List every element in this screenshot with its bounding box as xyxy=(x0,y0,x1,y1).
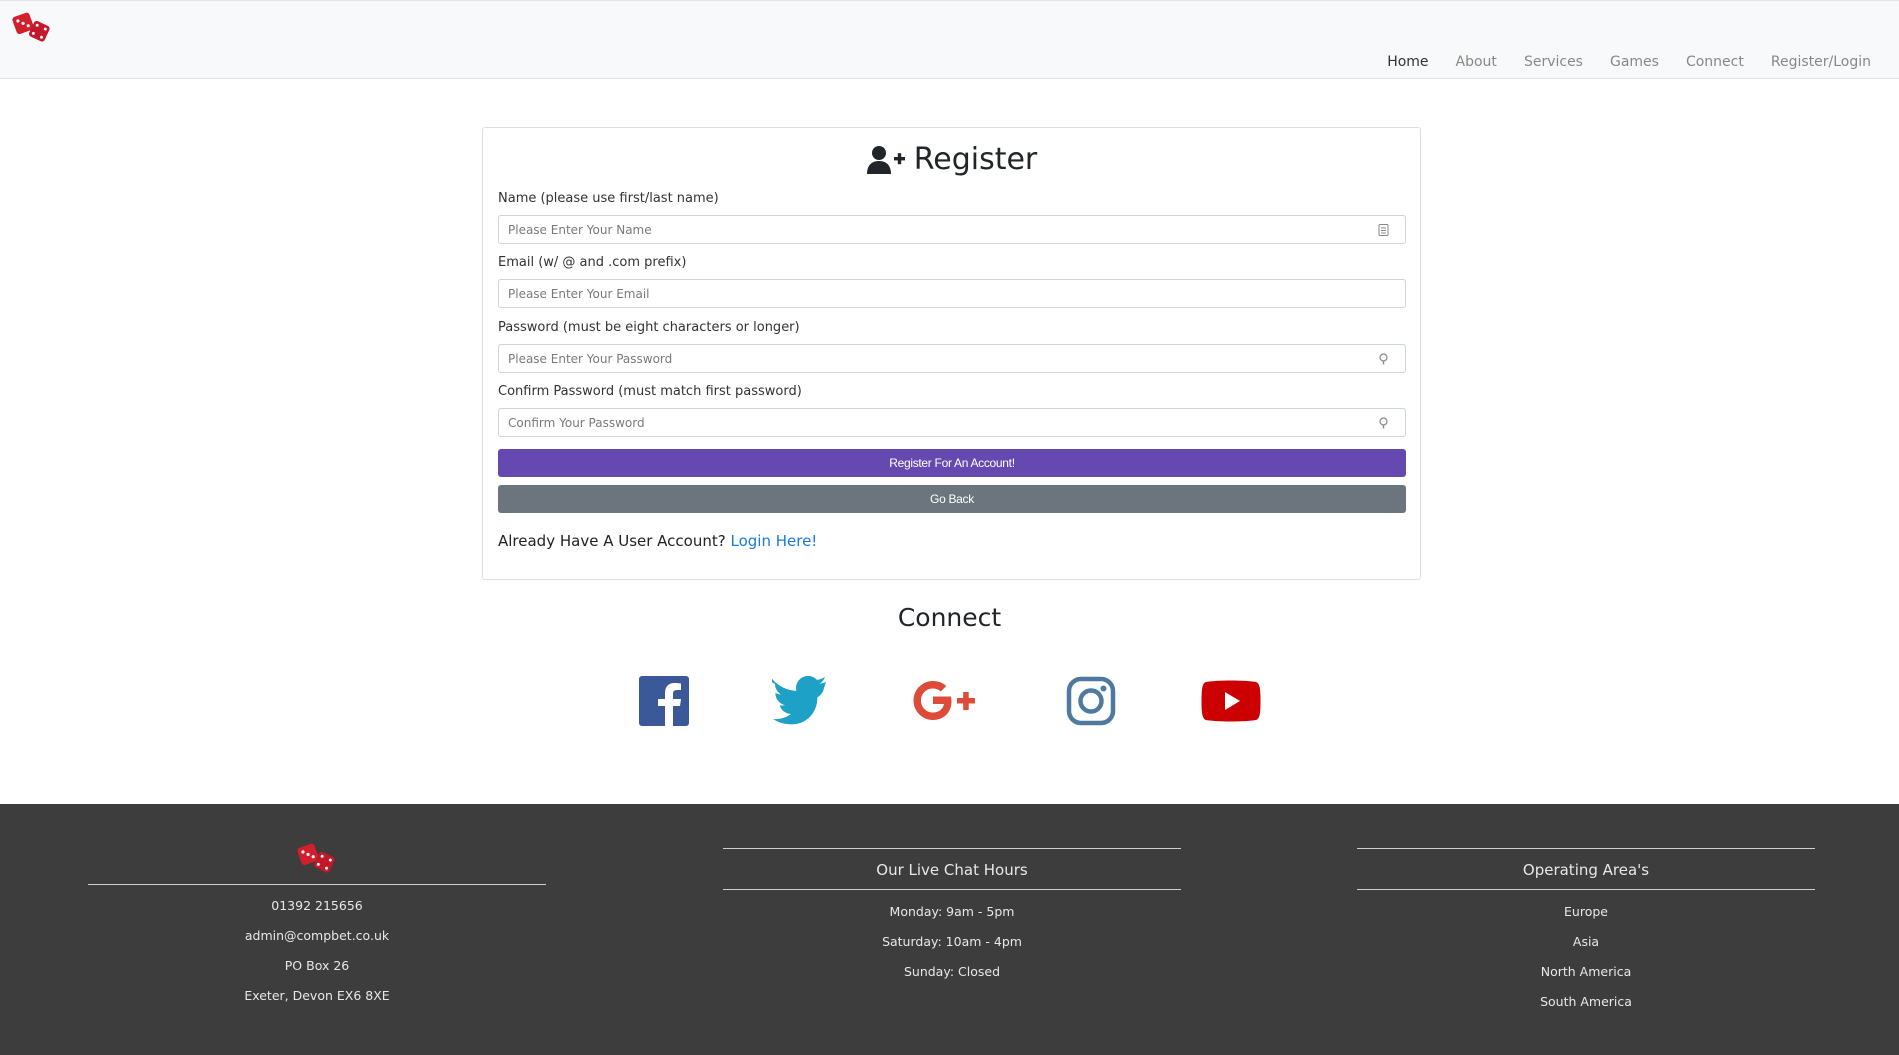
email-field[interactable] xyxy=(498,279,1406,308)
areas-heading: Operating Area's xyxy=(1522,861,1650,879)
area-line: Asia xyxy=(1572,934,1600,949)
footer-contact: 01392 215656 admin@compbet.co.uk PO Box … xyxy=(88,804,546,1011)
connect-title: Connect xyxy=(897,603,1002,632)
confirm-password-label: Confirm Password (must match first passw… xyxy=(498,384,802,399)
area-line: South America xyxy=(1540,994,1632,1009)
email-label: Email (w/ @ and .com prefix) xyxy=(498,255,687,270)
area-line: North America xyxy=(1540,964,1632,979)
dice-icon xyxy=(297,843,335,873)
login-link[interactable]: Login Here! xyxy=(731,532,818,550)
chat-hours-line: Monday: 9am - 5pm xyxy=(889,904,1015,919)
nav-games[interactable]: Games xyxy=(1610,54,1659,70)
name-input[interactable] xyxy=(508,222,1368,237)
confirm-password-field[interactable] xyxy=(498,408,1406,437)
chat-hours-line: Sunday: Closed xyxy=(903,964,1001,979)
password-field[interactable] xyxy=(498,344,1406,373)
nav-links: Home About Services Games Connect Regist… xyxy=(1360,54,1871,70)
dice-icon[interactable] xyxy=(12,11,52,43)
facebook-icon[interactable] xyxy=(639,676,689,726)
nav-about[interactable]: About xyxy=(1456,54,1497,70)
google-plus-icon[interactable] xyxy=(912,676,982,726)
name-label: Name (please use first/last name) xyxy=(498,191,719,206)
password-input[interactable] xyxy=(508,351,1368,366)
youtube-icon[interactable] xyxy=(1201,676,1261,726)
chat-hours-line: Saturday: 10am - 4pm xyxy=(882,934,1022,949)
nav-home[interactable]: Home xyxy=(1387,54,1428,70)
register-button[interactable]: Register For An Account! xyxy=(498,449,1406,477)
area-line: Europe xyxy=(1564,904,1608,919)
login-prompt-text: Already Have A User Account? xyxy=(498,532,726,550)
footer-divider xyxy=(723,848,1181,849)
nav-services[interactable]: Services xyxy=(1524,54,1583,70)
footer-chat-hours: Our Live Chat Hours Monday: 9am - 5pm Sa… xyxy=(723,848,1181,987)
register-heading: Register xyxy=(483,142,1420,177)
password-label: Password (must be eight characters or lo… xyxy=(498,320,800,335)
email-input[interactable] xyxy=(508,286,1368,301)
twitter-icon[interactable] xyxy=(772,676,828,726)
name-field[interactable] xyxy=(498,215,1406,244)
confirm-password-input[interactable] xyxy=(508,415,1368,430)
register-card: Register Name (please use first/last nam… xyxy=(482,127,1421,580)
contact-card-icon xyxy=(1378,224,1389,236)
user-plus-icon xyxy=(866,145,905,174)
navbar: Home About Services Games Connect Regist… xyxy=(0,0,1899,79)
chat-hours-heading: Our Live Chat Hours xyxy=(876,861,1028,879)
nav-register-login[interactable]: Register/Login xyxy=(1771,54,1871,70)
footer-po-box: PO Box 26 xyxy=(284,958,350,973)
footer: 01392 215656 admin@compbet.co.uk PO Box … xyxy=(0,804,1899,1055)
login-prompt: Already Have A User Account? Login Here! xyxy=(498,532,817,550)
footer-operating-areas: Operating Area's Europe Asia North Ameri… xyxy=(1357,848,1815,1017)
key-icon xyxy=(1379,353,1388,365)
footer-city: Exeter, Devon EX6 8XE xyxy=(244,988,390,1003)
nav-connect[interactable]: Connect xyxy=(1686,54,1744,70)
footer-phone: 01392 215656 xyxy=(271,898,363,913)
footer-email[interactable]: admin@compbet.co.uk xyxy=(88,921,546,951)
key-icon xyxy=(1379,417,1388,429)
instagram-icon[interactable] xyxy=(1066,676,1116,726)
register-title: Register xyxy=(913,142,1038,177)
footer-divider xyxy=(1357,848,1815,849)
go-back-button[interactable]: Go Back xyxy=(498,485,1406,513)
